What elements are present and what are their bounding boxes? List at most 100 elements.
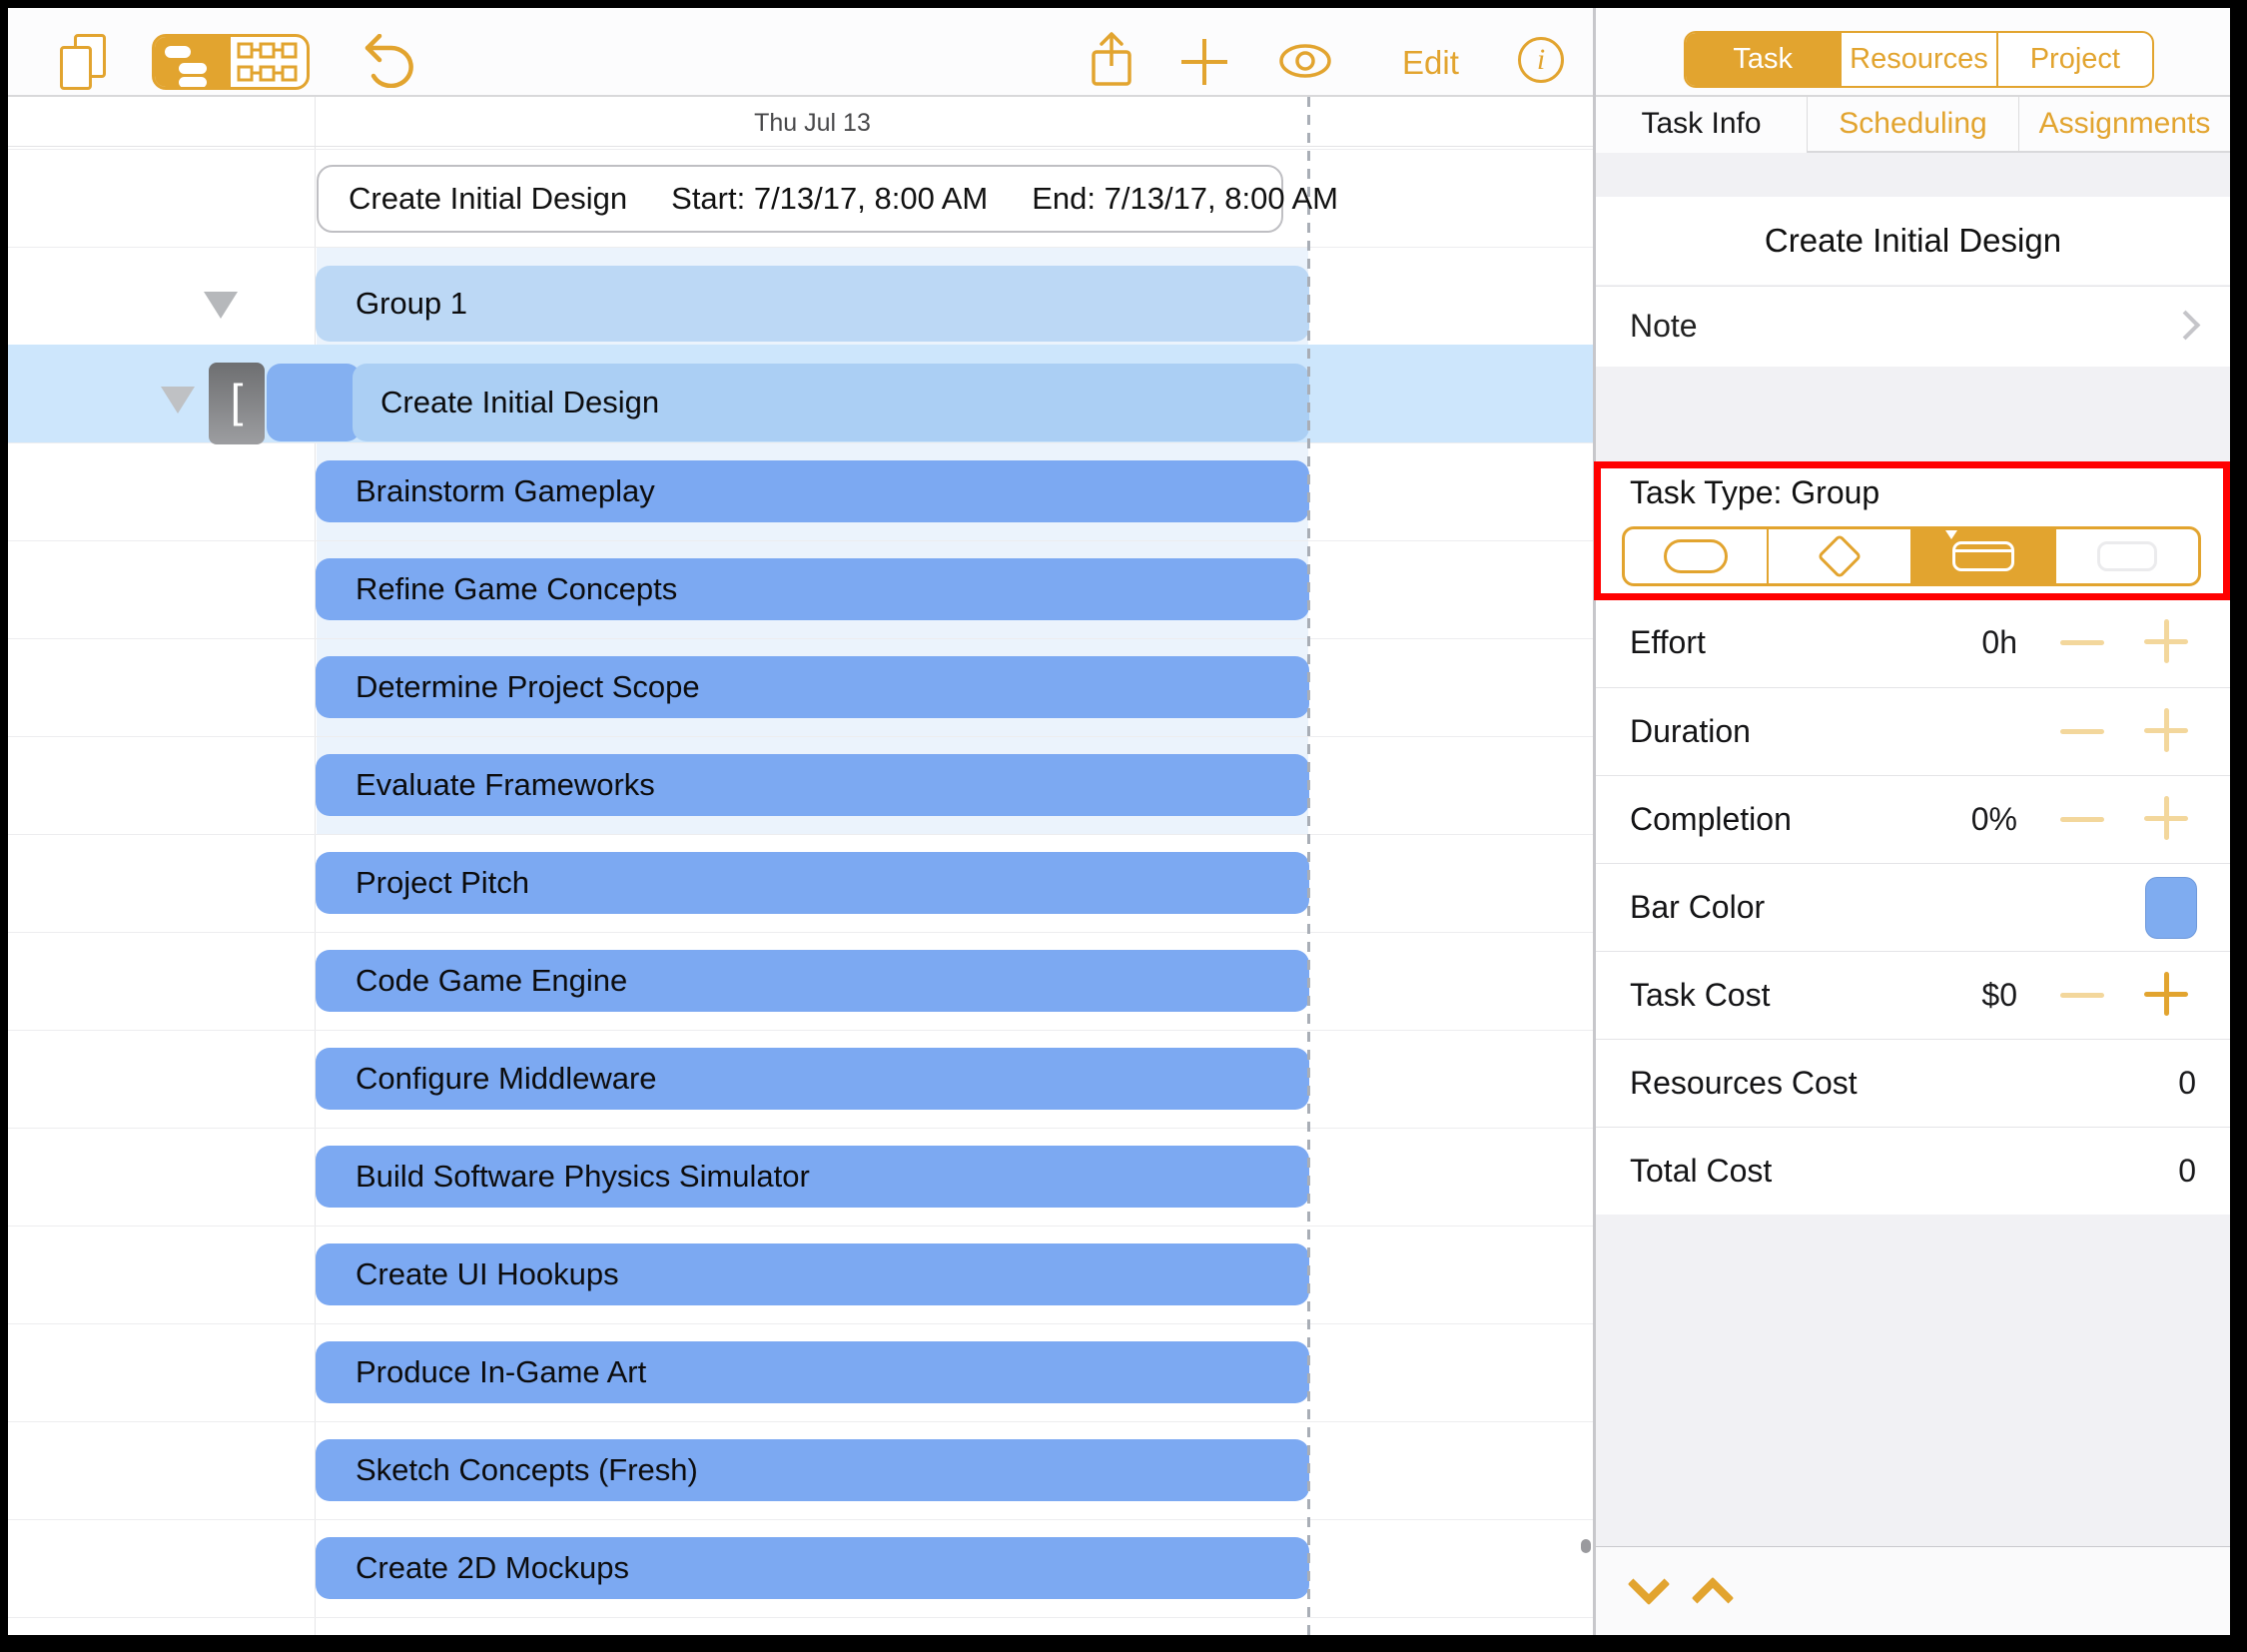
tooltip-title: Create Initial Design: [349, 181, 627, 217]
omniplan-window: Edit i Task Resources Project Thu Jul 13…: [0, 0, 2247, 1652]
disclosure-triangle-group1[interactable]: [204, 292, 238, 319]
effort-decrement-button[interactable]: [2060, 640, 2104, 645]
red-highlight-rectangle: [1594, 461, 2230, 600]
field-row-effort: Effort 0h: [1596, 599, 2230, 687]
field-row-completion: Completion 0%: [1596, 775, 2230, 863]
task-bar-label: Create Initial Design: [353, 364, 1309, 441]
row-separator: [8, 1421, 1593, 1422]
row-separator: [8, 1323, 1593, 1324]
task-bar[interactable]: Project Pitch: [316, 852, 1309, 914]
task-bar-label: Create 2D Mockups: [316, 1537, 1309, 1599]
task-bar-label: Create UI Hookups: [316, 1243, 1309, 1305]
field-row-bar-color: Bar Color: [1596, 863, 2230, 951]
task-tooltip: Create Initial Design Start: 7/13/17, 8:…: [317, 165, 1283, 233]
row-separator: [8, 834, 1593, 835]
view-options-button[interactable]: [1278, 44, 1332, 78]
tab-assignments[interactable]: Assignments: [2018, 97, 2230, 151]
field-row-total-cost: Total Cost 0: [1596, 1127, 2230, 1215]
tooltip-start: Start: 7/13/17, 8:00 AM: [671, 181, 988, 217]
task-fields: Effort 0h Duration Completion 0% Bar Col…: [1596, 599, 2230, 1215]
share-button[interactable]: [1087, 30, 1136, 90]
scrollbar-thumb[interactable]: [1581, 1539, 1591, 1553]
duration-increment-button[interactable]: [2144, 708, 2188, 752]
field-row-resources-cost: Resources Cost 0: [1596, 1039, 2230, 1127]
dragged-bar-fragment: [267, 364, 361, 441]
toolbar: Edit i Task Resources Project: [8, 8, 2230, 97]
row-separator: [8, 1226, 1593, 1227]
task-bar[interactable]: Create 2D Mockups: [316, 1537, 1309, 1599]
info-button[interactable]: i: [1518, 37, 1564, 83]
edit-button[interactable]: Edit: [1402, 44, 1459, 82]
row-separator: [8, 736, 1593, 737]
task-bar[interactable]: Determine Project Scope: [316, 656, 1309, 718]
view-switcher: [152, 34, 310, 90]
disclosure-triangle-create-initial-design[interactable]: [161, 387, 195, 413]
tab-task[interactable]: Task: [1686, 33, 1840, 86]
field-row-duration: Duration: [1596, 687, 2230, 775]
row-separator: [8, 638, 1593, 639]
task-bar-label: Refine Game Concepts: [316, 558, 1309, 620]
task-cost-decrement-button[interactable]: [2060, 993, 2104, 998]
panel-divider: [1593, 8, 1596, 1635]
gantt-view-button[interactable]: [155, 37, 231, 87]
inspector-mode-switcher: Task Resources Project: [1684, 31, 2154, 88]
completion-increment-button[interactable]: [2144, 796, 2188, 840]
task-bar[interactable]: Configure Middleware: [316, 1048, 1309, 1110]
task-bar[interactable]: Refine Game Concepts: [316, 558, 1309, 620]
task-bar-label: Configure Middleware: [316, 1048, 1309, 1110]
task-bar[interactable]: Code Game Engine: [316, 950, 1309, 1012]
effort-increment-button[interactable]: [2144, 619, 2188, 663]
task-cost-increment-button[interactable]: [2144, 972, 2188, 1016]
gantt-view-icon: [165, 46, 191, 58]
task-bar[interactable]: Build Software Physics Simulator: [316, 1146, 1309, 1208]
group-task-bar[interactable]: Create Initial Design: [353, 364, 1309, 441]
task-bar-label: Evaluate Frameworks: [316, 754, 1309, 816]
tooltip-end: End: 7/13/17, 8:00 AM: [1032, 181, 1338, 217]
task-bar[interactable]: Sketch Concepts (Fresh): [316, 1439, 1309, 1501]
group-task-bar[interactable]: Group 1: [316, 266, 1309, 342]
task-bar-label: Determine Project Scope: [316, 656, 1309, 718]
note-label: Note: [1630, 287, 1698, 366]
drag-handle[interactable]: [: [209, 363, 265, 444]
task-bar[interactable]: Brainstorm Gameplay: [316, 460, 1309, 522]
row-separator: [8, 149, 1593, 150]
row-separator: [8, 540, 1593, 541]
network-view-button[interactable]: [231, 37, 307, 87]
task-bar[interactable]: Create UI Hookups: [316, 1243, 1309, 1305]
completion-decrement-button[interactable]: [2060, 817, 2104, 822]
row-separator: [8, 1030, 1593, 1031]
row-separator: [8, 932, 1593, 933]
duration-decrement-button[interactable]: [2060, 729, 2104, 734]
task-bar-label: Group 1: [316, 266, 1309, 342]
note-row[interactable]: Note: [1596, 286, 2230, 367]
task-bar-label: Code Game Engine: [316, 950, 1309, 1012]
add-button[interactable]: [1178, 36, 1230, 88]
task-bar-label: Sketch Concepts (Fresh): [316, 1439, 1309, 1501]
task-inspector: Task Info Scheduling Assignments Create …: [1596, 97, 2230, 1635]
next-task-button chevron-up-icon[interactable]: [1692, 1577, 1734, 1619]
previous-task-button chevron-down-icon[interactable]: [1628, 1563, 1670, 1605]
field-row-task-cost: Task Cost $0: [1596, 951, 2230, 1039]
documents-button[interactable]: [60, 34, 110, 92]
task-bar-label: Project Pitch: [316, 852, 1309, 914]
info-icon: i: [1537, 43, 1545, 76]
row-separator: [8, 247, 1593, 248]
row-separator: [8, 1617, 1593, 1618]
row-separator: [8, 1128, 1593, 1129]
task-bar-label: Build Software Physics Simulator: [316, 1146, 1309, 1208]
bar-color-swatch[interactable]: [2145, 877, 2197, 939]
tab-project[interactable]: Project: [1996, 33, 2152, 86]
current-date-dashed-line: [1307, 97, 1310, 1635]
eye-icon: [1281, 46, 1329, 76]
task-bar-label: Produce In-Game Art: [316, 1341, 1309, 1403]
tab-resources[interactable]: Resources: [1840, 33, 1995, 86]
inspector-tabbar: Task Info Scheduling Assignments: [1596, 97, 2230, 153]
date-header: Thu Jul 13: [316, 97, 1309, 147]
undo-button[interactable]: [358, 34, 419, 88]
task-bar[interactable]: Evaluate Frameworks: [316, 754, 1309, 816]
tab-task-info[interactable]: Task Info: [1596, 97, 1807, 151]
row-separator: [8, 1519, 1593, 1520]
task-bar[interactable]: Produce In-Game Art: [316, 1341, 1309, 1403]
chevron-right-icon: [2171, 311, 2201, 341]
tab-scheduling[interactable]: Scheduling: [1807, 97, 2018, 151]
